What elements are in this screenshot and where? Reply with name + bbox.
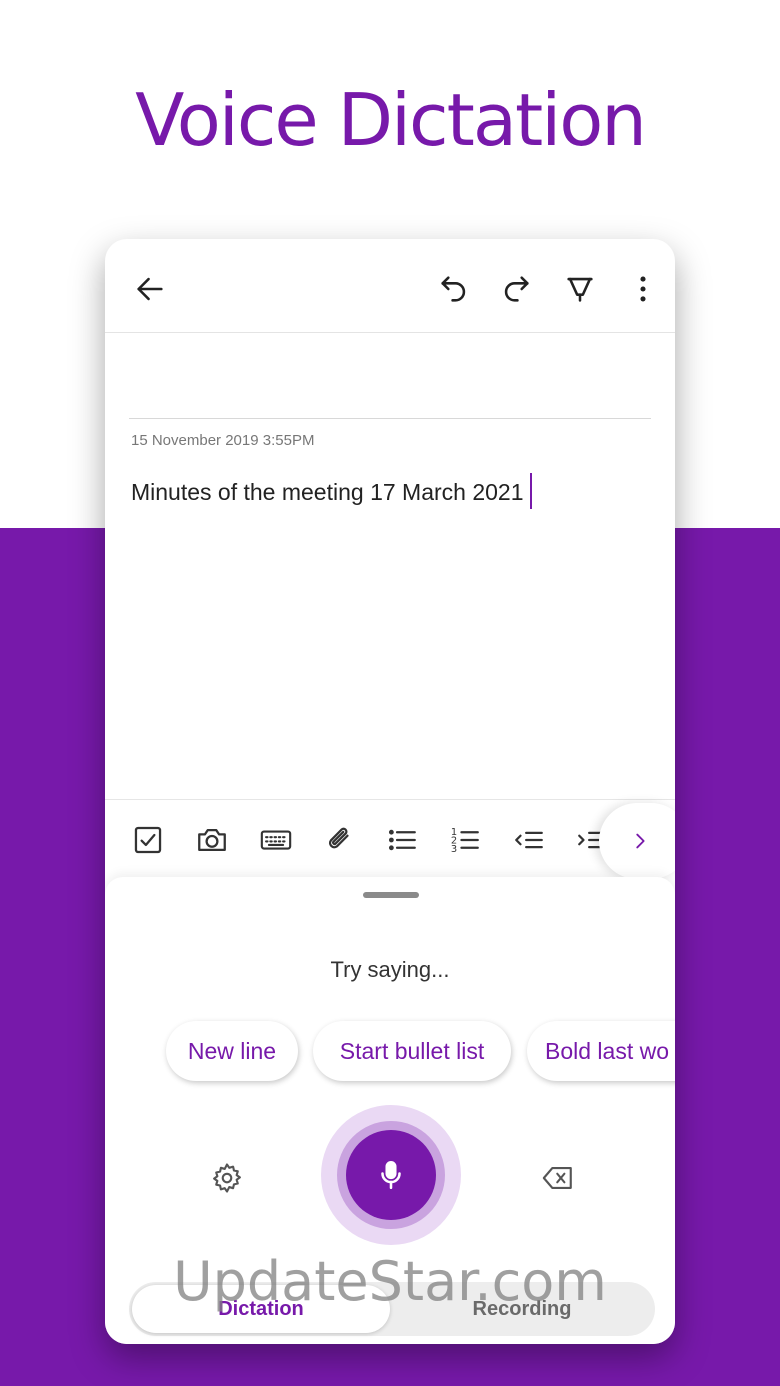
back-arrow-icon[interactable] [126,265,174,313]
text-cursor [529,473,532,509]
note-body[interactable]: Minutes of the meeting 17 March 2021 [131,473,532,509]
attach-icon[interactable] [317,818,361,862]
app-bar [105,239,675,333]
pen-icon[interactable] [556,265,604,313]
chip-bold-last-word[interactable]: Bold last wo [527,1021,675,1081]
chip-new-line[interactable]: New line [166,1021,298,1081]
microphone-button[interactable] [346,1130,436,1220]
note-date: 15 November 2019 3:55PM [131,432,315,449]
microphone-icon [381,1160,401,1190]
toolbar-more-button[interactable] [599,803,675,879]
bullet-list-icon[interactable] [380,818,424,862]
undo-icon[interactable] [430,265,478,313]
camera-icon[interactable] [190,818,234,862]
try-saying-label: Try saying... [330,957,450,982]
more-vertical-icon[interactable] [619,265,667,313]
note-text: Minutes of the meeting 17 March 2021 [131,479,524,506]
settings-gear-icon[interactable] [205,1156,249,1200]
checkbox-icon[interactable] [126,818,170,862]
redo-icon[interactable] [492,265,540,313]
title-divider [129,418,651,419]
chevron-right-icon [636,833,645,849]
watermark: UpdateStar.com [173,1250,607,1313]
svg-text:3: 3 [451,844,457,855]
keyboard-icon[interactable] [254,818,298,862]
backspace-icon[interactable] [536,1156,580,1200]
format-toolbar: 123 [105,799,675,879]
drag-handle[interactable] [363,892,419,898]
page-headline: Voice Dictation [135,78,647,162]
numbered-list-icon[interactable]: 123 [443,818,487,862]
outdent-icon[interactable] [507,818,551,862]
chip-start-bullet-list[interactable]: Start bullet list [313,1021,511,1081]
